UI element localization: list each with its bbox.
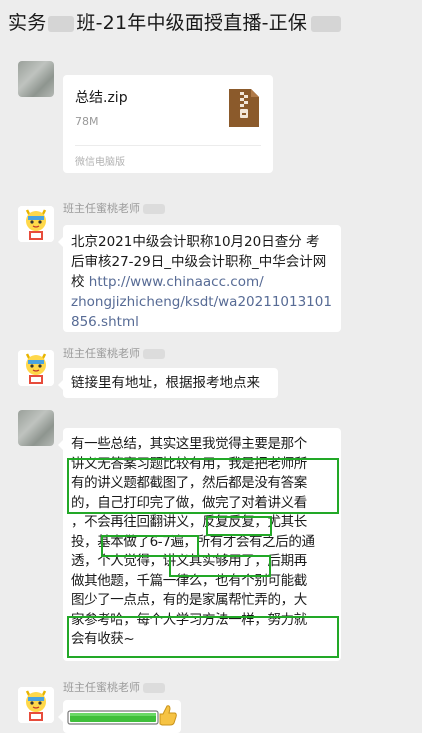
blurred-name xyxy=(311,15,342,32)
message-text-line: 校 http://www.chinaacc.com/ xyxy=(71,274,264,290)
divider xyxy=(75,145,261,146)
progress-thumbs-up-icon xyxy=(67,705,177,726)
sender-name: 班主任蜜桃老师 xyxy=(63,679,165,695)
avatar[interactable] xyxy=(18,61,54,97)
blurred-name xyxy=(48,15,75,32)
file-size: 78M xyxy=(75,115,99,128)
highlight-box xyxy=(101,535,199,557)
highlight-box xyxy=(67,616,339,658)
avatar[interactable] xyxy=(18,206,54,242)
highlight-box xyxy=(169,555,271,577)
message-bubble[interactable]: 北京2021中级会计职称10月20日查分 考 后审核27-29日_中级会计职称_… xyxy=(58,225,341,332)
message-text: 链接里有地址，根据报考地点来 xyxy=(71,375,260,391)
highlight-box xyxy=(206,516,272,536)
message-text-line: 后审核27-29日_中级会计职称_中华会计网 xyxy=(71,254,327,270)
message-text-line: 图少了一点点，有的是家属帮忙弄的，大 xyxy=(71,592,307,608)
file-source: 微信电脑版 xyxy=(75,157,125,168)
mascot-avatar-icon xyxy=(18,687,54,723)
sender-name: 班主任蜜桃老师 xyxy=(63,345,165,361)
avatar[interactable] xyxy=(18,350,54,386)
message-text-line: 有一些总结，其实这里我觉得主要是那个 xyxy=(71,436,307,452)
zip-file-icon xyxy=(229,89,259,127)
avatar[interactable] xyxy=(18,410,54,446)
avatar[interactable] xyxy=(18,687,54,723)
file-message[interactable]: 总结.zip 78M 微信电脑版 xyxy=(63,75,273,173)
chat-title-bar: 实务 班-21年中级面授直播-正保 xyxy=(0,0,422,46)
blurred-name xyxy=(143,204,165,214)
sender-name: 班主任蜜桃老师 xyxy=(63,200,165,216)
highlight-box xyxy=(67,458,339,514)
message-text-line: ，不会再往回翻讲义，反复反复，尤其长 xyxy=(71,514,307,530)
blurred-name xyxy=(143,683,165,693)
blurred-name xyxy=(143,349,165,359)
mascot-avatar-icon xyxy=(18,350,54,386)
mascot-avatar-icon xyxy=(18,206,54,242)
message-link[interactable]: 856.shtml xyxy=(71,312,333,332)
message-text-line: 北京2021中级会计职称10月20日查分 考 xyxy=(71,234,320,250)
chat-title-prefix: 实务 xyxy=(8,12,47,34)
message-link[interactable]: zhongjizhicheng/ksdt/wa20211013101 xyxy=(71,292,333,312)
message-link[interactable]: http://www.chinaacc.com/ xyxy=(89,274,264,290)
file-name: 总结.zip xyxy=(75,90,128,106)
message-bubble[interactable]: 链接里有地址，根据报考地点来 xyxy=(58,368,278,398)
chat-title-suffix: 班-21年中级面授直播-正保 xyxy=(76,12,308,34)
message-bubble[interactable] xyxy=(58,700,181,733)
chat-title[interactable]: 实务 班-21年中级面授直播-正保 xyxy=(8,8,342,35)
